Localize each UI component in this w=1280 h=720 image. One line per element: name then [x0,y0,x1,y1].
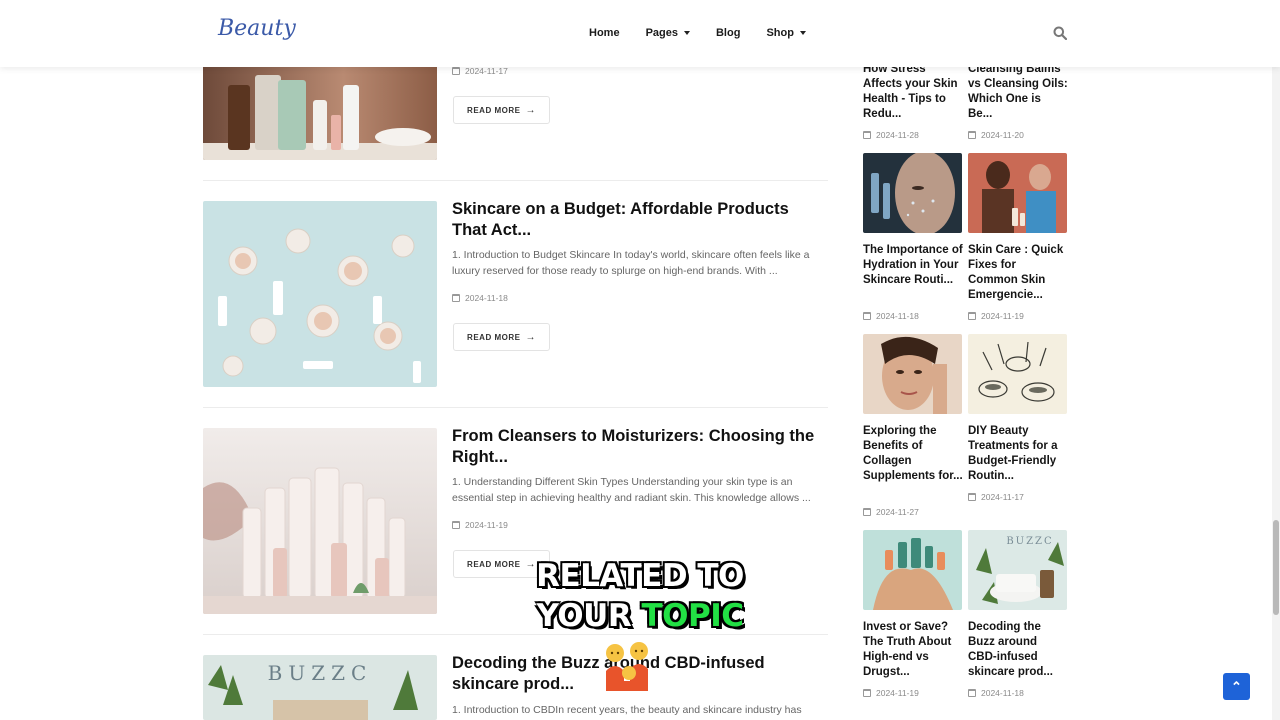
sidebar-post-date: 2024-11-18 [968,688,1024,698]
caption-line-2: YOUR TOPIC [515,596,765,636]
search-icon[interactable] [1053,26,1067,40]
sidebar-post-date-text: 2024-11-19 [981,311,1024,321]
post-excerpt: 1. Introduction to Budget Skincare In to… [452,249,810,277]
nav-shop[interactable]: Shop [766,27,806,39]
sidebar-post-date: 2024-11-28 [863,130,919,140]
sidebar-post-date: 2024-11-20 [968,130,1024,140]
double-chevron-up-icon: ⌃ [1231,678,1242,694]
nav-blog-label: Blog [715,27,741,39]
post-date: 2024-11-17 [452,66,508,76]
sidebar-post-title[interactable]: Exploring the Benefits of Collagen Suppl… [863,424,963,484]
caption-line-1: RELATED TO [536,558,744,594]
post-date: 2024-11-18 [452,293,508,303]
sidebar-post-title[interactable]: The Importance of Hydration in Your Skin… [863,243,963,288]
post-date-text: 2024-11-17 [465,66,508,76]
calendar-icon [968,312,976,320]
sidebar-post-thumbnail[interactable] [863,334,962,414]
sidebar-post-date-text: 2024-11-17 [981,492,1024,502]
read-more-button[interactable]: READ MORE → [453,96,550,124]
post-date-text: 2024-11-19 [465,520,508,530]
sidebar-post-title[interactable]: DIY Beauty Treatments for a Budget-Frien… [968,424,1068,484]
calendar-icon [968,689,976,697]
arrow-right-icon: → [525,104,536,116]
calendar-icon [452,521,460,529]
sidebar-post-thumbnail[interactable]: BUZZC [968,530,1067,610]
caption-word: YOUR [536,598,632,634]
sidebar-post-title[interactable]: Skin Care : Quick Fixes for Common Skin … [968,243,1068,303]
divider [203,180,828,181]
read-more-label: READ MORE [467,105,521,115]
nav-pages[interactable]: Pages [646,27,690,39]
post-thumbnail[interactable] [203,201,437,387]
read-more-button[interactable]: READ MORE → [453,323,550,351]
sidebar-post-title[interactable]: Invest or Save? The Truth About High-end… [863,620,963,680]
sidebar-post-date: 2024-11-17 [968,492,1024,502]
post-thumbnail[interactable] [203,55,437,160]
nav-pages-label: Pages [645,27,678,39]
sidebar-post-title[interactable]: Decoding the Buzz around CBD-infused ski… [968,620,1068,680]
read-more-label: READ MORE [467,559,521,569]
site-logo[interactable]: Beauty [218,16,296,41]
video-caption: RELATED TO YOUR TOPIC [515,556,765,636]
sidebar-post-date-text: 2024-11-27 [876,507,919,517]
site-header: Beauty Home Pages Blog Shop [0,0,1280,67]
back-to-top-button[interactable]: ⌃ [1223,673,1250,700]
sidebar-post-thumbnail[interactable] [863,153,962,233]
main-nav: Home Pages Blog Shop [589,27,832,39]
chevron-down-icon [799,31,806,35]
post-title[interactable]: Skincare on a Budget: Affordable Product… [452,199,822,241]
sidebar-post-title[interactable]: How Stress Affects your Skin Health - Ti… [863,62,963,122]
sidebar-post-thumbnail[interactable] [968,334,1067,414]
sidebar-post-date: 2024-11-18 [863,311,919,321]
page: Beauty Home Pages Blog Shop 2024-11-17 R… [0,0,1280,720]
sidebar-post-date: 2024-11-19 [863,688,919,698]
calendar-icon [968,493,976,501]
post-image-text: BUZZC [268,661,373,685]
calendar-icon [863,689,871,697]
site-logo-text: Beauty [218,16,296,41]
scrollbar-thumb[interactable] [1273,520,1279,615]
sidebar-post-thumbnail[interactable] [863,530,962,610]
post-excerpt: 1. Introduction to CBDIn recent years, t… [452,704,802,716]
calendar-icon [968,131,976,139]
calendar-icon [452,294,460,302]
caption-highlight-word: TOPIC [641,598,745,634]
post-thumbnail[interactable]: BUZZC [203,655,437,720]
sidebar-post-date: 2024-11-19 [968,311,1024,321]
post-thumbnail[interactable] [203,428,437,614]
chevron-down-icon [683,31,690,35]
sidebar-image-text: BUZZC [1006,536,1053,547]
sidebar-post-thumbnail[interactable] [968,153,1067,233]
read-more-label: READ MORE [467,332,521,342]
sidebar-post-date-text: 2024-11-20 [981,130,1024,140]
sidebar-post-title[interactable]: Cleansing Balms vs Cleansing Oils: Which… [968,62,1068,122]
page-scrollbar[interactable] [1272,0,1280,720]
sidebar-post-date-text: 2024-11-18 [981,688,1024,698]
nav-home-label: Home [589,27,620,39]
sidebar-post-date-text: 2024-11-19 [876,688,919,698]
nav-shop-label: Shop [766,27,794,39]
post-date: 2024-11-19 [452,520,508,530]
calendar-icon [863,131,871,139]
sidebar-post-date-text: 2024-11-18 [876,311,919,321]
calendar-icon [452,67,460,75]
post-excerpt: 1. Understanding Different Skin Types Un… [452,476,811,504]
nav-blog[interactable]: Blog [716,27,740,39]
post-date-text: 2024-11-18 [465,293,508,303]
nav-home[interactable]: Home [589,27,620,39]
sidebar-post-date: 2024-11-27 [863,507,919,517]
calendar-icon [863,312,871,320]
family-emoji-icon [606,642,648,691]
calendar-icon [863,508,871,516]
post-title[interactable]: From Cleansers to Moisturizers: Choosing… [452,426,822,468]
arrow-right-icon: → [525,331,536,343]
sidebar-post-date-text: 2024-11-28 [876,130,919,140]
divider [203,407,828,408]
